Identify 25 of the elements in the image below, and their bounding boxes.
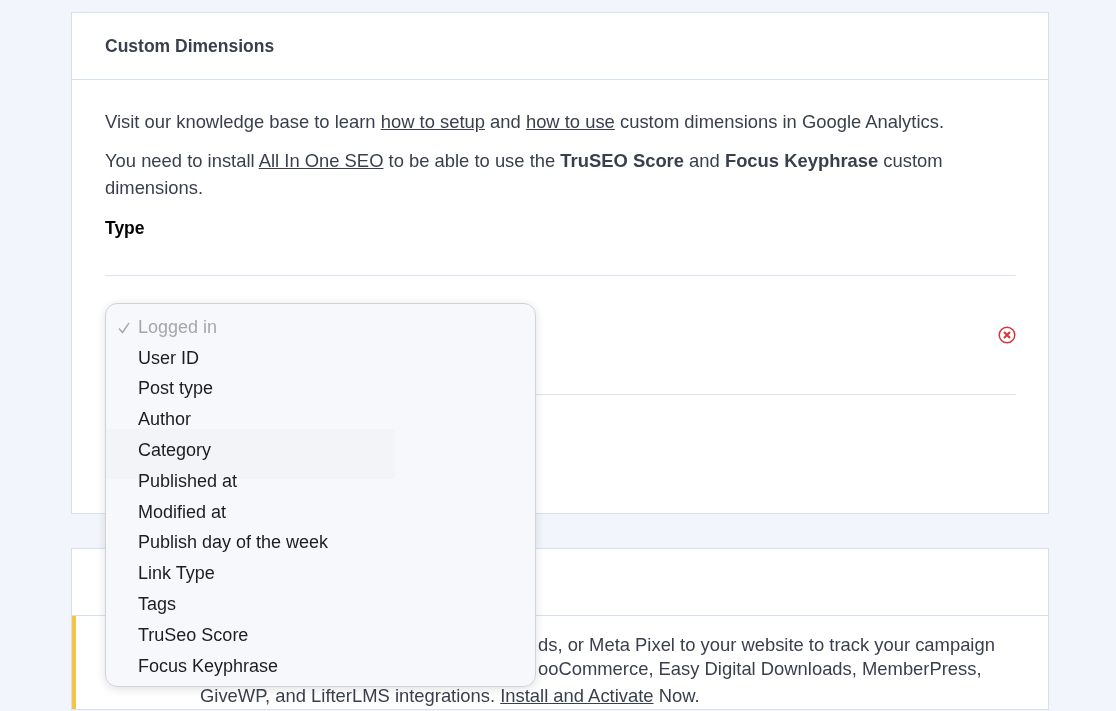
install-link[interactable]: All In One SEO xyxy=(258,150,384,171)
intro-paragraph: Visit our knowledge base to learn how to setup and how to use custom dimensions in Google Analytics. xyxy=(105,110,945,134)
promo-text: ds, or Meta Pixel to your website to track your campaign xyxy=(538,633,995,658)
knowledge-link[interactable]: how to use xyxy=(525,111,615,132)
check-icon xyxy=(118,322,130,335)
menu-option: Logged in xyxy=(106,312,535,343)
card-title: Custom Dimensions xyxy=(105,34,275,58)
type-label: Type xyxy=(105,217,146,240)
menu-option[interactable]: Post type xyxy=(106,373,535,405)
menu-option[interactable]: Tags xyxy=(106,589,535,620)
menu-option[interactable]: TruSeo Score xyxy=(106,619,535,651)
promo-text: ooCommerce, Easy Digital Downloads, MemberPress, xyxy=(538,657,982,682)
menu-option[interactable]: Author xyxy=(106,404,535,436)
menu-option[interactable]: Modified at xyxy=(106,496,535,528)
knowledge-link[interactable]: how to setup xyxy=(380,111,485,132)
menu-option[interactable]: Published at xyxy=(106,466,535,497)
menu-option[interactable]: User ID xyxy=(106,342,535,374)
activate-link[interactable]: Install and Activate xyxy=(500,685,654,707)
menu-option[interactable]: Publish day of the week xyxy=(106,527,535,559)
notice-paragraph: You need to install All In One SEO to be able to use the TruSEO Score and Focus Keyphrase custom dimensions. xyxy=(105,149,944,200)
promo-text: GiveWP, and LifterLMS integrations. Install and Activate Now. xyxy=(200,684,701,709)
remove-icon[interactable] xyxy=(998,326,1016,345)
menu-option[interactable]: Category xyxy=(106,435,535,466)
menu-option[interactable]: Focus Keyphrase xyxy=(106,650,535,682)
menu-option[interactable]: Link Type xyxy=(106,558,535,590)
